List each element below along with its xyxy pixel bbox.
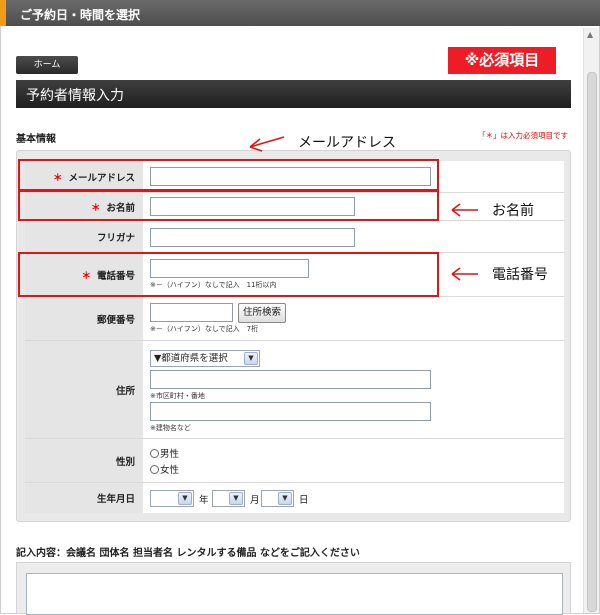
name-highlight-box bbox=[18, 190, 439, 221]
gender-label: 性別 bbox=[115, 456, 135, 468]
prefecture-select-value: ▼都道府県を選択 bbox=[154, 353, 228, 364]
scrollbar-thumb[interactable] bbox=[587, 72, 597, 612]
furigana-input[interactable] bbox=[150, 228, 355, 247]
postal-row: 郵便番号 住所検索 ※－（ハイフン）なしで記入 7桁 bbox=[25, 297, 564, 341]
day-unit: 日 bbox=[299, 495, 309, 506]
arrow-left-icon bbox=[249, 136, 285, 152]
basic-info-heading: 基本情報 bbox=[16, 134, 56, 145]
scroll-up-icon[interactable]: ▲ bbox=[587, 30, 593, 39]
memo-textarea[interactable] bbox=[26, 573, 563, 615]
address-row: 住所 ▼都道府県を選択 ▼ ※市区町村・番地 ※建物名など bbox=[25, 341, 564, 439]
chevron-down-icon: ▼ bbox=[229, 492, 243, 505]
birthdate-row: 生年月日 ▼ 年 ▼ 月 ▼ 日 bbox=[25, 483, 564, 513]
birthdate-label: 生年月日 bbox=[96, 494, 135, 505]
phone-annotation: 電話番号 bbox=[450, 264, 548, 284]
email-highlight-box bbox=[18, 159, 439, 191]
section-title: 予約者情報入力 bbox=[16, 80, 571, 108]
furigana-label: フリガナ bbox=[96, 232, 135, 244]
month-unit: 月 bbox=[250, 495, 260, 506]
address-search-button[interactable]: 住所検索 bbox=[238, 303, 286, 323]
vertical-scrollbar[interactable]: ▲ bbox=[583, 28, 599, 613]
memo-label: 記入内容：会議名 団体名 担当者名 レンタルする備品 などをご記入ください bbox=[16, 548, 360, 559]
phone-highlight-box bbox=[18, 252, 439, 297]
gender-row: 性別 男性 女性 bbox=[25, 439, 564, 483]
gender-female-radio[interactable]: 女性 bbox=[150, 462, 179, 476]
radio-icon bbox=[150, 464, 159, 474]
email-annotation: メールアドレス bbox=[246, 131, 396, 153]
arrow-left-icon bbox=[451, 203, 478, 217]
required-note: 「＊」は入力必須項目です bbox=[478, 131, 568, 140]
birth-day-select[interactable]: ▼ bbox=[261, 490, 294, 507]
chevron-down-icon: ▼ bbox=[244, 352, 258, 365]
address-label: 住所 bbox=[115, 385, 135, 397]
required-items-badge: ※必須項目 bbox=[448, 47, 556, 74]
window-title: ご予約日・時間を選択 bbox=[0, 0, 600, 26]
year-unit: 年 bbox=[199, 495, 209, 506]
address-line2-hint: ※建物名など bbox=[150, 424, 191, 432]
address-line1-hint: ※市区町村・番地 bbox=[150, 392, 205, 400]
postal-input[interactable] bbox=[150, 303, 233, 322]
birth-month-select[interactable]: ▼ bbox=[212, 490, 245, 507]
postal-hint: ※－（ハイフン）なしで記入 7桁 bbox=[150, 325, 259, 333]
birth-year-select[interactable]: ▼ bbox=[150, 490, 194, 507]
memo-box bbox=[16, 562, 571, 615]
name-annotation: お名前 bbox=[450, 200, 534, 220]
arrow-left-icon bbox=[451, 267, 478, 281]
gender-male-radio[interactable]: 男性 bbox=[150, 446, 179, 460]
home-button[interactable]: ホーム bbox=[16, 56, 78, 74]
furigana-row: フリガナ bbox=[25, 221, 564, 253]
address-line2-input[interactable] bbox=[150, 402, 431, 421]
chevron-down-icon: ▼ bbox=[178, 492, 192, 505]
prefecture-select[interactable]: ▼都道府県を選択 ▼ bbox=[150, 350, 260, 367]
postal-label: 郵便番号 bbox=[96, 314, 135, 326]
chevron-down-icon: ▼ bbox=[278, 492, 292, 505]
radio-icon bbox=[150, 448, 159, 458]
address-line1-input[interactable] bbox=[150, 370, 431, 389]
